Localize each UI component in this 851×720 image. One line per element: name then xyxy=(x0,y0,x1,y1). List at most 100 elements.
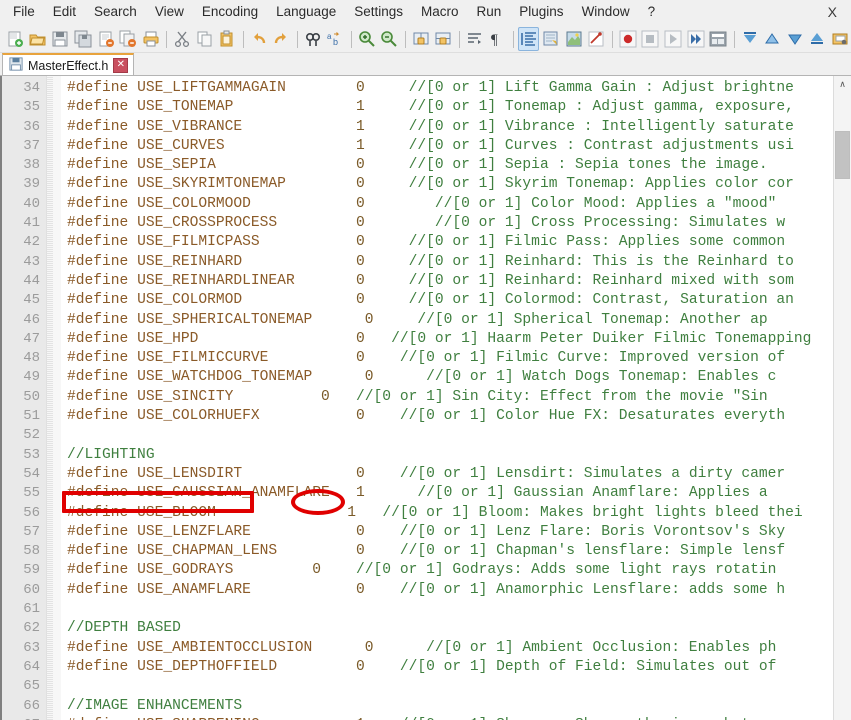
code-line[interactable]: #define USE_LENZFLARE 0 //[0 or 1] Lenz … xyxy=(61,523,833,542)
fold-margin[interactable] xyxy=(46,76,61,720)
code-line[interactable]: #define USE_SHARPENING 1 //[0 or 1] Shar… xyxy=(61,716,833,720)
code-line[interactable]: #define USE_COLORHUEFX 0 //[0 or 1] Colo… xyxy=(61,407,833,426)
menu-language[interactable]: Language xyxy=(267,1,345,24)
goto-last-bookmark-icon[interactable] xyxy=(807,27,828,51)
tab-close-button[interactable]: ✕ xyxy=(113,58,129,73)
code-line[interactable]: #define USE_SKYRIMTONEMAP 0 //[0 or 1] S… xyxy=(61,175,833,194)
save-all-icon[interactable] xyxy=(73,27,94,51)
menu-plugins[interactable]: Plugins xyxy=(510,1,572,24)
menu-view[interactable]: View xyxy=(146,1,193,24)
copy-icon[interactable] xyxy=(194,27,215,51)
new-file-icon[interactable] xyxy=(5,27,26,51)
goto-next-bookmark-icon[interactable] xyxy=(785,27,806,51)
menu-settings[interactable]: Settings xyxy=(345,1,412,24)
menu-search[interactable]: Search xyxy=(85,1,146,24)
code-line[interactable]: #define USE_CURVES 1 //[0 or 1] Curves :… xyxy=(61,137,833,156)
code-line[interactable]: #define USE_SEPIA 0 //[0 or 1] Sepia : S… xyxy=(61,156,833,175)
show-function-list-icon[interactable] xyxy=(586,27,607,51)
menu-macro[interactable]: Macro xyxy=(412,1,468,24)
tab-mastereffect-h[interactable]: MasterEffect.h ✕ xyxy=(2,53,135,76)
menu-help[interactable]: ? xyxy=(639,1,665,24)
stop-recording-icon[interactable] xyxy=(640,27,661,51)
code-text-area[interactable]: #define USE_LIFTGAMMAGAIN 0 //[0 or 1] L… xyxy=(61,76,833,720)
window-close-button[interactable]: X xyxy=(824,3,841,21)
toolbar-separator xyxy=(242,30,244,48)
code-line[interactable]: #define USE_WATCHDOG_TONEMAP 0 //[0 or 1… xyxy=(61,368,833,387)
code-line[interactable]: #define USE_AMBIENTOCCLUSION 0 //[0 or 1… xyxy=(61,639,833,658)
menu-edit[interactable]: Edit xyxy=(44,1,85,24)
menu-window[interactable]: Window xyxy=(573,1,639,24)
line-number: 38 xyxy=(23,157,40,174)
sync-vertical-scroll-icon[interactable] xyxy=(410,27,431,51)
sync-horizontal-scroll-icon[interactable] xyxy=(433,27,454,51)
code-line[interactable]: //IMAGE ENHANCEMENTS xyxy=(61,697,833,716)
play-macro-icon[interactable] xyxy=(663,27,684,51)
code-line[interactable]: #define USE_VIBRANCE 1 //[0 or 1] Vibran… xyxy=(61,118,833,137)
menu-file[interactable]: File xyxy=(4,1,44,24)
cut-icon[interactable] xyxy=(172,27,193,51)
zoom-in-icon[interactable] xyxy=(356,27,377,51)
code-line[interactable]: #define USE_FILMICPASS 0 //[0 or 1] Film… xyxy=(61,233,833,252)
code-line[interactable]: #define USE_CROSSPROCESS 0 //[0 or 1] Cr… xyxy=(61,214,833,233)
word-wrap-icon[interactable] xyxy=(464,27,485,51)
scroll-up-arrow-icon[interactable]: ∧ xyxy=(834,76,851,93)
code-line[interactable]: #define USE_SPHERICALTONEMAP 0 //[0 or 1… xyxy=(61,311,833,330)
code-token-cmt: //[0 or 1] Tonemap : Adjust gamma, expos… xyxy=(408,99,794,116)
code-line[interactable]: #define USE_SINCITY 0 //[0 or 1] Sin Cit… xyxy=(61,388,833,407)
code-line[interactable] xyxy=(61,600,833,619)
save-macro-icon[interactable] xyxy=(708,27,729,51)
code-line[interactable]: #define USE_HPD 0 //[0 or 1] Haarm Peter… xyxy=(61,330,833,349)
code-line[interactable]: #define USE_LENSDIRT 0 //[0 or 1] Lensdi… xyxy=(61,465,833,484)
code-line[interactable]: #define USE_GODRAYS 0 //[0 or 1] Godrays… xyxy=(61,561,833,580)
line-number: 63 xyxy=(23,639,40,656)
code-token-pp: #define xyxy=(67,465,138,482)
paste-icon[interactable] xyxy=(217,27,238,51)
code-line[interactable] xyxy=(61,426,833,445)
code-line[interactable]: #define USE_REINHARD 0 //[0 or 1] Reinha… xyxy=(61,253,833,272)
code-token-num: 0 xyxy=(356,234,365,251)
code-line[interactable] xyxy=(61,677,833,696)
menu-run[interactable]: Run xyxy=(468,1,511,24)
replace-icon[interactable]: ab xyxy=(325,27,346,51)
print-icon[interactable] xyxy=(140,27,161,51)
menu-encoding[interactable]: Encoding xyxy=(193,1,267,24)
zoom-out-icon[interactable] xyxy=(379,27,400,51)
code-line[interactable]: #define USE_LIFTGAMMAGAIN 0 //[0 or 1] L… xyxy=(61,79,833,98)
redo-icon[interactable] xyxy=(271,27,292,51)
show-document-map-icon[interactable] xyxy=(564,27,585,51)
user-defined-dialog-icon[interactable] xyxy=(541,27,562,51)
vertical-scrollbar[interactable]: ∧ xyxy=(833,76,851,720)
show-all-characters-icon[interactable]: ¶ xyxy=(487,27,508,51)
indent-guide-icon[interactable] xyxy=(518,27,540,51)
run-macro-multiple-icon[interactable] xyxy=(685,27,706,51)
close-file-icon[interactable] xyxy=(95,27,116,51)
code-line[interactable]: #define USE_CHAPMAN_LENS 0 //[0 or 1] Ch… xyxy=(61,542,833,561)
menu-bar: File Edit Search View Encoding Language … xyxy=(0,0,851,26)
clear-bookmarks-icon[interactable] xyxy=(830,27,851,51)
close-all-files-icon[interactable] xyxy=(118,27,139,51)
find-icon[interactable] xyxy=(302,27,323,51)
undo-icon[interactable] xyxy=(248,27,269,51)
open-file-icon[interactable] xyxy=(28,27,49,51)
goto-first-bookmark-icon[interactable] xyxy=(739,27,760,51)
code-line[interactable]: #define USE_GAUSSIAN_ANAMFLARE 1 //[0 or… xyxy=(61,484,833,503)
goto-previous-bookmark-icon[interactable] xyxy=(762,27,783,51)
save-icon[interactable] xyxy=(50,27,71,51)
code-line[interactable]: #define USE_TONEMAP 1 //[0 or 1] Tonemap… xyxy=(61,98,833,117)
code-line[interactable]: //LIGHTING xyxy=(61,446,833,465)
code-line[interactable]: #define USE_BLOOM 1 //[0 or 1] Bloom: Ma… xyxy=(61,504,833,523)
code-line[interactable]: #define USE_COLORMOD 0 //[0 or 1] Colorm… xyxy=(61,291,833,310)
code-line[interactable]: #define USE_REINHARDLINEAR 0 //[0 or 1] … xyxy=(61,272,833,291)
record-macro-icon[interactable] xyxy=(618,27,639,51)
code-line[interactable]: #define USE_FILMICCURVE 0 //[0 or 1] Fil… xyxy=(61,349,833,368)
code-line[interactable]: #define USE_COLORMOOD 0 //[0 or 1] Color… xyxy=(61,195,833,214)
scrollbar-thumb[interactable] xyxy=(835,131,850,179)
code-line[interactable]: #define USE_ANAMFLARE 0 //[0 or 1] Anamo… xyxy=(61,581,833,600)
code-line[interactable]: #define USE_DEPTHOFFIELD 0 //[0 or 1] De… xyxy=(61,658,833,677)
code-line[interactable]: //DEPTH BASED xyxy=(61,619,833,638)
